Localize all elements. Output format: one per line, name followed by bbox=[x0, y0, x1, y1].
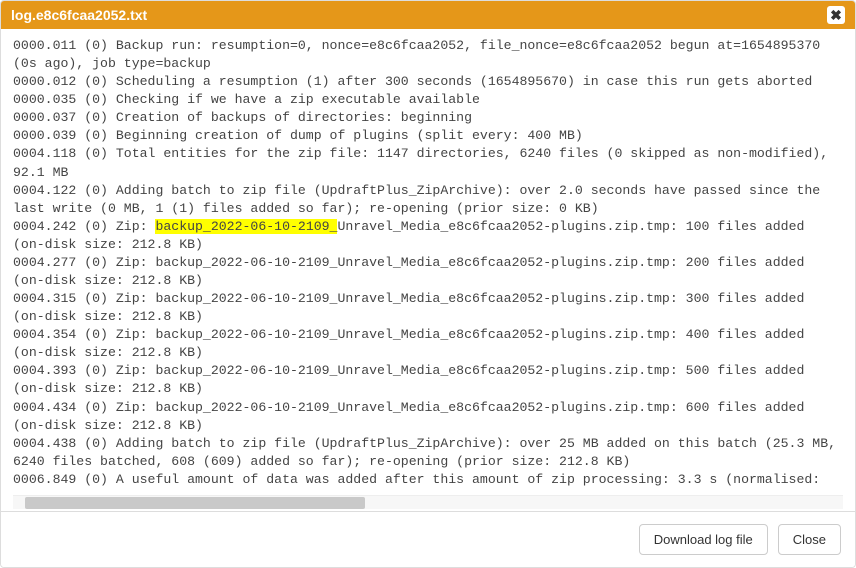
log-line: 0004.315 (0) Zip: backup_2022-06-10-2109… bbox=[13, 290, 843, 326]
log-line: 0004.242 (0) Zip: backup_2022-06-10-2109… bbox=[13, 218, 843, 254]
log-line: 0004.434 (0) Zip: backup_2022-06-10-2109… bbox=[13, 399, 843, 435]
log-line: 0000.012 (0) Scheduling a resumption (1)… bbox=[13, 73, 843, 91]
log-line: 0000.035 (0) Checking if we have a zip e… bbox=[13, 91, 843, 109]
log-content[interactable]: 0000.011 (0) Backup run: resumption=0, n… bbox=[1, 29, 855, 495]
log-line: 0004.277 (0) Zip: backup_2022-06-10-2109… bbox=[13, 254, 843, 290]
modal-footer: Download log file Close bbox=[1, 511, 855, 567]
log-line: 0004.354 (0) Zip: backup_2022-06-10-2109… bbox=[13, 326, 843, 362]
download-log-button[interactable]: Download log file bbox=[639, 524, 768, 555]
modal-header: log.e8c6fcaa2052.txt ✖ bbox=[1, 1, 855, 29]
log-line: 0004.118 (0) Total entities for the zip … bbox=[13, 145, 843, 181]
modal-title: log.e8c6fcaa2052.txt bbox=[11, 7, 147, 23]
log-line: 0000.011 (0) Backup run: resumption=0, n… bbox=[13, 37, 843, 73]
log-modal: log.e8c6fcaa2052.txt ✖ 0000.011 (0) Back… bbox=[0, 0, 856, 568]
log-line: 0004.122 (0) Adding batch to zip file (U… bbox=[13, 182, 843, 218]
log-line: 0004.393 (0) Zip: backup_2022-06-10-2109… bbox=[13, 362, 843, 398]
scrollbar-thumb[interactable] bbox=[25, 497, 365, 509]
close-button[interactable]: Close bbox=[778, 524, 841, 555]
horizontal-scrollbar[interactable] bbox=[13, 495, 843, 509]
log-line: 0000.039 (0) Beginning creation of dump … bbox=[13, 127, 843, 145]
log-line: 0004.438 (0) Adding batch to zip file (U… bbox=[13, 435, 843, 471]
close-icon[interactable]: ✖ bbox=[827, 6, 845, 24]
log-line: 0000.037 (0) Creation of backups of dire… bbox=[13, 109, 843, 127]
log-line: 0006.849 (0) A useful amount of data was… bbox=[13, 471, 843, 489]
highlighted-text: backup_2022-06-10-2109_ bbox=[155, 219, 337, 234]
